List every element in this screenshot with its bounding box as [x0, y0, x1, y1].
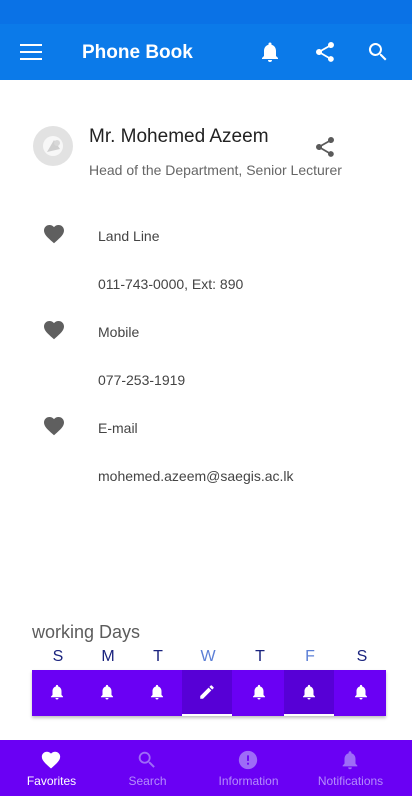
working-days-toggle-bar [32, 670, 386, 716]
nav-information[interactable]: Information [197, 740, 300, 796]
bell-icon [51, 684, 63, 700]
mobile-value[interactable]: 077-253-1919 [98, 372, 185, 388]
heart-icon [42, 414, 66, 438]
day-toggle-wednesday[interactable] [182, 670, 232, 716]
nav-label: Favorites [26, 774, 77, 788]
contact-name: Mr. Mohemed Azeem [89, 126, 269, 147]
weekday-letter: T [153, 648, 163, 665]
edit-icon [200, 685, 214, 699]
bell-icon [101, 684, 113, 700]
nav-label: Notifications [317, 774, 384, 788]
detail-label: Mobile [98, 324, 140, 340]
weekday-letter: W [200, 648, 216, 665]
status-bar [0, 0, 412, 24]
app-bar: Phone Book [0, 24, 412, 80]
share-icon[interactable] [313, 40, 337, 64]
nav-label: Search [128, 774, 167, 788]
nav-label: Information [218, 774, 279, 788]
weekday-letter: S [356, 648, 368, 665]
email-value[interactable]: mohemed.azeem@saegis.ac.lk [98, 468, 294, 484]
search-icon[interactable] [366, 40, 390, 64]
day-toggle-thursday[interactable] [234, 670, 284, 716]
menu-icon[interactable] [20, 44, 42, 60]
day-toggle-sunday[interactable] [32, 670, 82, 716]
avatar [33, 126, 73, 166]
weekday-letter: T [255, 648, 265, 665]
detail-label: Land Line [98, 228, 160, 244]
working-days-title: working Days [32, 622, 141, 642]
search-icon [138, 751, 155, 768]
weekday-letters: S M T W T F S [32, 648, 386, 668]
bell-icon [355, 684, 367, 700]
detail-label: E-mail [98, 420, 138, 436]
info-icon [238, 750, 258, 770]
bell-icon [151, 684, 163, 700]
app-title: Phone Book [82, 42, 193, 63]
day-toggle-monday[interactable] [82, 670, 132, 716]
bell-icon[interactable] [258, 40, 282, 64]
bell-icon [342, 751, 358, 770]
nav-search[interactable]: Search [96, 740, 199, 796]
nav-notifications[interactable]: Notifications [299, 740, 402, 796]
share-icon[interactable] [313, 135, 337, 159]
bell-icon [303, 684, 315, 700]
weekday-letter: S [52, 648, 64, 665]
weekday-letter: M [101, 648, 115, 665]
nav-favorites[interactable]: Favorites [0, 740, 103, 796]
day-toggle-saturday[interactable] [336, 670, 386, 716]
contact-position: Head of the Department, Senior Lecturer [89, 162, 342, 178]
heart-icon [42, 222, 66, 246]
heart-icon [41, 751, 61, 769]
bottom-navigation: Favorites Search Information Notificatio… [0, 740, 412, 796]
bell-icon [253, 684, 265, 700]
day-toggle-friday[interactable] [284, 670, 334, 716]
weekday-letter: F [305, 648, 315, 665]
day-toggle-tuesday[interactable] [132, 670, 182, 716]
heart-icon [42, 318, 66, 342]
selected-underline [182, 714, 232, 716]
selected-underline [284, 714, 334, 716]
landline-value[interactable]: 011-743-0000, Ext: 890 [98, 276, 243, 292]
